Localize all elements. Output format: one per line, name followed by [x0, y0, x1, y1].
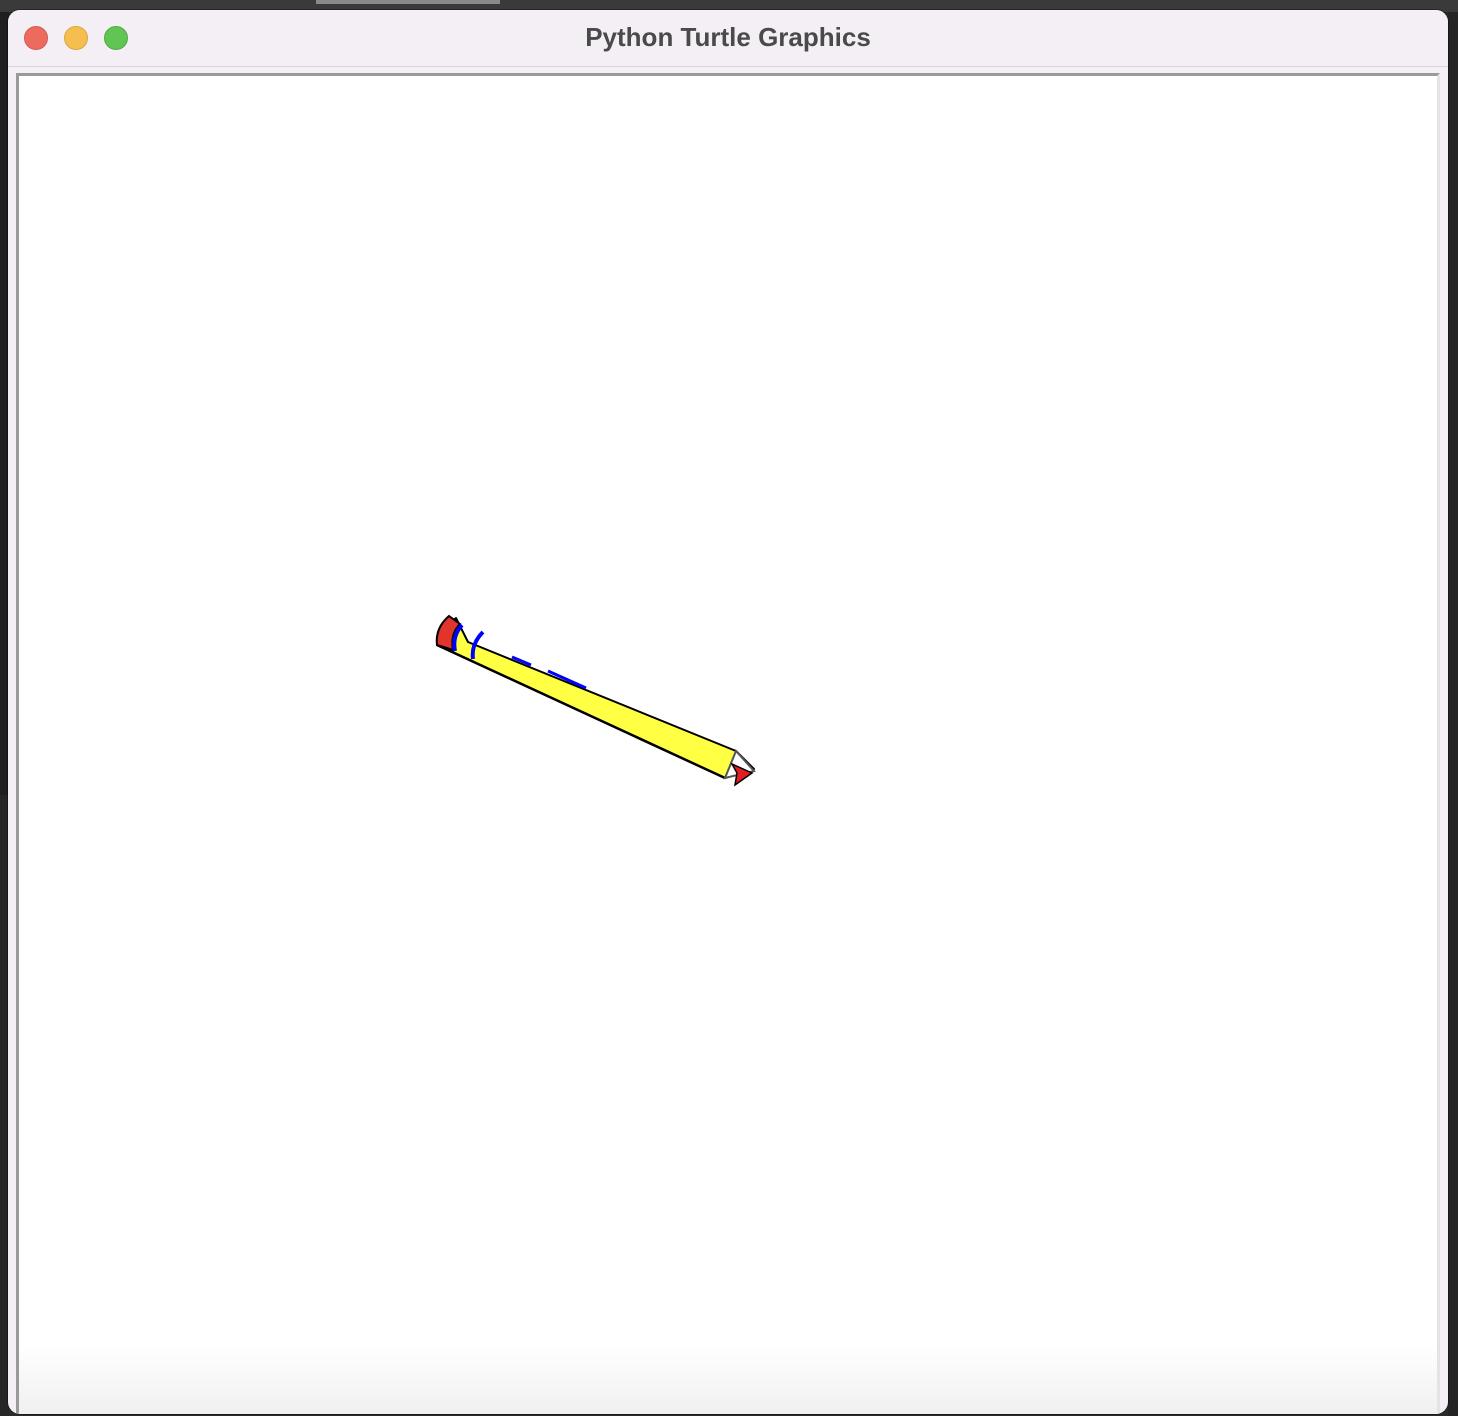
turtle-window: Python Turtle Graphics	[8, 10, 1448, 1414]
turtle-canvas[interactable]	[16, 73, 1440, 1414]
background-editor-right	[1448, 12, 1458, 1416]
window-title: Python Turtle Graphics	[585, 22, 871, 52]
drawing-surface	[435, 614, 756, 787]
window-titlebar[interactable]: Python Turtle Graphics	[8, 10, 1448, 67]
pencil-drawing	[435, 614, 756, 787]
pencil-edge	[436, 643, 726, 780]
background-tab-indicator	[316, 0, 500, 4]
pencil-body	[436, 617, 755, 779]
